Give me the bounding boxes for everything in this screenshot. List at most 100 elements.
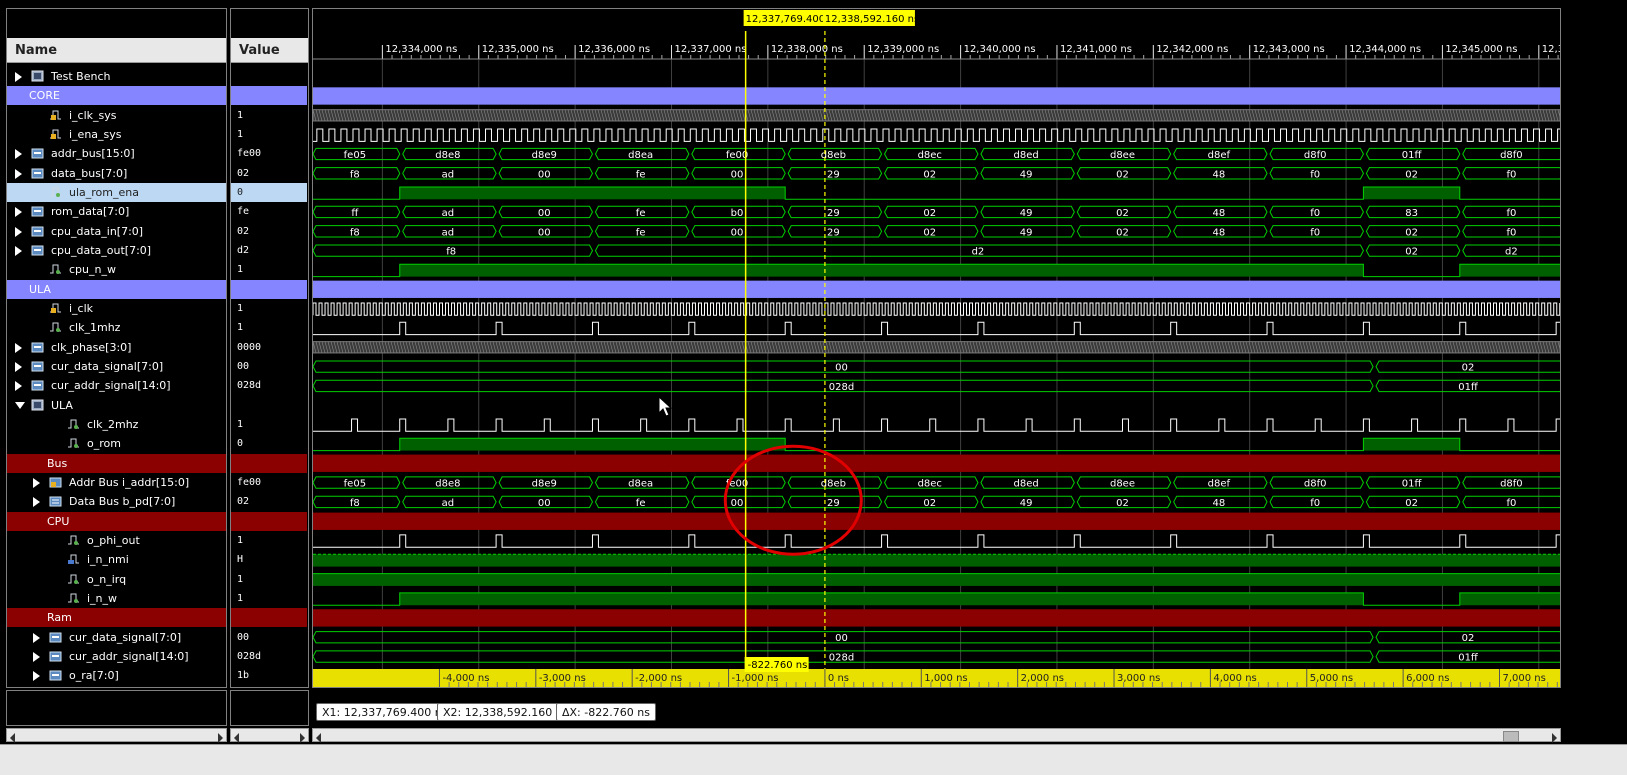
signal-name: cur_addr_signal[14:0] [51, 379, 171, 393]
signal-row[interactable]: cur_data_signal[7:0] [7, 628, 226, 647]
top-tick-label: 12,344,000 ns [1349, 44, 1421, 55]
collapsed-arrow-icon[interactable] [15, 245, 22, 256]
signal-value: 028d [237, 650, 262, 662]
expanded-arrow-icon[interactable] [15, 401, 25, 409]
signal-row[interactable]: ULA [7, 279, 226, 299]
signal-value: 0000 [237, 341, 262, 353]
signal-row[interactable]: ula_rom_ena [7, 182, 226, 202]
bottom-tick-label: -2,000 ns [635, 673, 682, 684]
value-horizontal-scrollbar[interactable] [230, 728, 309, 743]
collapsed-arrow-icon[interactable] [33, 632, 40, 643]
top-tick-label: 12,339,000 ns [867, 44, 939, 55]
bus-value-label: 02 [923, 498, 936, 509]
bus-value-label: 29 [827, 208, 840, 219]
signal-value: 0 [237, 438, 244, 450]
name-column-header[interactable]: Name [7, 38, 226, 63]
signal-row[interactable]: cur_addr_signal[14:0] [7, 376, 226, 395]
signal-row[interactable]: ULA [7, 396, 226, 415]
bus-value-label: 01ff [1402, 479, 1423, 490]
bus-value-label: ad [442, 227, 454, 238]
signal-row[interactable]: Bus [7, 453, 226, 473]
collapsed-arrow-icon[interactable] [33, 671, 40, 682]
signal-row[interactable]: o_ra[7:0] [7, 666, 226, 685]
collapsed-arrow-icon[interactable] [15, 342, 22, 353]
scroll-right-icon[interactable] [1552, 733, 1557, 743]
collapsed-arrow-icon[interactable] [15, 207, 22, 218]
signal-row[interactable]: i_ena_sys [7, 125, 226, 144]
signal-row[interactable]: CPU [7, 511, 226, 531]
scroll-left-icon[interactable] [10, 733, 15, 743]
bus-icon [31, 360, 44, 372]
signal-row[interactable]: i_clk [7, 299, 226, 318]
collapsed-arrow-icon[interactable] [15, 226, 22, 237]
signal-row[interactable]: i_clk_sys [7, 106, 226, 125]
signal-row[interactable]: o_rom [7, 434, 226, 453]
wave-horizontal-scrollbar[interactable] [312, 728, 1561, 743]
bus-value-label: f0 [1506, 208, 1516, 219]
signal-row[interactable]: data_bus[7:0] [7, 164, 226, 183]
bus-value-label: 00 [538, 498, 551, 509]
signal-name: clk_1mhz [69, 321, 121, 335]
scroll-right-icon[interactable] [218, 733, 223, 743]
signal-value: 02 [237, 496, 250, 508]
signal-row[interactable]: CORE [7, 86, 226, 106]
signal-row[interactable]: addr_bus[15:0] [7, 144, 226, 163]
signal-row[interactable]: Data Bus b_pd[7:0] [7, 492, 226, 511]
bus-value-label: 01ff [1402, 150, 1423, 161]
signal-name: i_n_w [87, 591, 118, 605]
signal-icon [67, 592, 80, 604]
bus-value-label: f0 [1506, 498, 1516, 509]
i-n-nmi-wave [313, 554, 1560, 567]
signal-value: 1 [237, 128, 244, 140]
scroll-left-icon[interactable] [316, 733, 321, 743]
collapsed-arrow-icon[interactable] [15, 149, 22, 160]
bus-value-label: d8ee [1110, 150, 1135, 161]
scroll-thumb[interactable] [1503, 731, 1519, 742]
signal-row[interactable]: cur_addr_signal[14:0] [7, 647, 226, 666]
bus-value-label: d8f0 [1304, 150, 1327, 161]
signal-row[interactable]: cpu_n_w [7, 260, 226, 279]
signal-row[interactable]: clk_1mhz [7, 318, 226, 337]
signal-row[interactable]: o_n_irq [7, 570, 226, 589]
bus-value-label: d8ec [918, 479, 942, 490]
signal-row[interactable]: i_n_nmi [7, 550, 226, 569]
bottom-tick-label: 3,000 ns [1117, 673, 1160, 684]
collapsed-arrow-icon[interactable] [15, 381, 22, 392]
waveform-canvas[interactable]: 12,334,000 ns 12,335,000 ns 12,336,000 ns 1… [313, 9, 1560, 687]
signal-row[interactable]: clk_2mhz [7, 415, 226, 434]
collapsed-arrow-icon[interactable] [33, 477, 40, 488]
bus-value-label: d8e8 [435, 479, 460, 490]
module-icon [31, 399, 44, 411]
signal-name: Data Bus b_pd[7:0] [69, 495, 176, 509]
scroll-left-icon[interactable] [234, 733, 239, 743]
collapsed-arrow-icon[interactable] [15, 361, 22, 372]
signal-row[interactable]: Ram [7, 608, 226, 628]
name-horizontal-scrollbar[interactable] [6, 728, 227, 743]
signal-row[interactable]: cpu_data_out[7:0] [7, 241, 226, 260]
signal-row[interactable]: Test Bench [7, 67, 226, 86]
scroll-right-icon[interactable] [300, 733, 305, 743]
group-label: Bus [47, 456, 68, 470]
ena-sys-wave [313, 128, 1560, 142]
signal-row[interactable]: clk_phase[3:0] [7, 338, 226, 357]
signal-row[interactable]: o_phi_out [7, 531, 226, 550]
high-fill [399, 264, 1364, 277]
top-tick-label: 12,340,000 ns [964, 44, 1036, 55]
collapsed-arrow-icon[interactable] [15, 168, 22, 179]
signal-row[interactable]: cur_data_signal[7:0] [7, 357, 226, 376]
waveform-panel[interactable]: 12,334,000 ns 12,335,000 ns 12,336,000 ns 1… [312, 8, 1561, 688]
bottom-tick-label: -3,000 ns [539, 673, 586, 684]
signal-row[interactable]: cpu_data_in[7:0] [7, 222, 226, 241]
signal-row[interactable]: Addr Bus i_addr[15:0] [7, 473, 226, 492]
collapsed-arrow-icon[interactable] [33, 497, 40, 508]
lock-signal-icon [49, 128, 62, 140]
bottom-tick-label: 4,000 ns [1213, 673, 1256, 684]
collapsed-arrow-icon[interactable] [15, 72, 22, 82]
signal-row[interactable]: i_n_w [7, 589, 226, 608]
signal-name: o_phi_out [87, 533, 140, 547]
bus-value-label: 02 [1462, 633, 1475, 644]
signal-row[interactable]: rom_data[7:0] [7, 202, 226, 221]
bus-value-label: 00 [835, 363, 848, 374]
value-column-header[interactable]: Value [231, 38, 308, 63]
collapsed-arrow-icon[interactable] [33, 651, 40, 662]
